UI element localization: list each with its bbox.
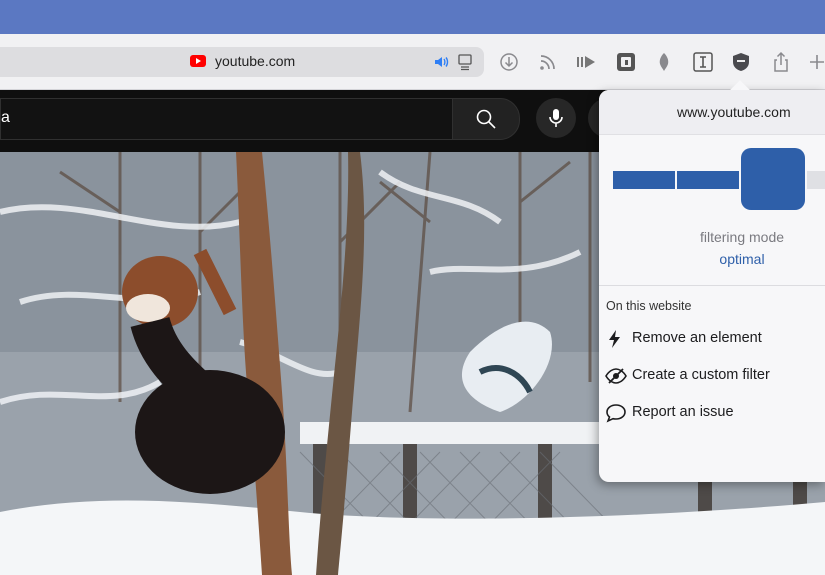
browser-toolbar: youtube.com [0,34,825,90]
speech-bubble-icon [606,404,626,423]
popup-divider [599,285,825,286]
section-label: On this website [606,299,692,313]
search-input-value: a [1,109,10,126]
lightning-icon [609,330,620,348]
create-custom-filter-label: Create a custom filter [632,367,770,383]
create-custom-filter-item[interactable]: Create a custom filter [605,360,825,390]
slider-knob[interactable] [741,148,805,210]
eye-slash-icon [605,368,627,384]
popup-header: www.youtube.com [599,90,825,135]
download-icon[interactable] [498,51,520,73]
forward-icon[interactable] [575,51,597,73]
popup-domain: www.youtube.com [677,104,791,120]
remove-element-item[interactable]: Remove an element [605,323,825,353]
rss-icon[interactable] [537,51,559,73]
adblock-popup: www.youtube.com filtering mode optimal O… [599,80,825,482]
filtering-mode-value: optimal [719,251,765,267]
slider-segment-2[interactable] [677,171,739,189]
report-issue-label: Report an issue [632,404,734,420]
reader-view-icon[interactable] [457,53,473,71]
youtube-favicon-icon [190,55,206,67]
slider-segment-4[interactable] [807,171,825,189]
bird-icon[interactable] [653,51,675,73]
address-text: youtube.com [215,53,296,69]
share-icon[interactable] [770,51,792,73]
voice-search-button[interactable] [536,98,576,138]
slider-segment-1[interactable] [613,171,675,189]
report-issue-item[interactable]: Report an issue [605,397,825,427]
search-icon [476,109,496,129]
remove-element-label: Remove an element [632,330,762,346]
window-titlebar [0,0,825,34]
shield-icon[interactable] [730,51,752,73]
microphone-icon [549,109,563,127]
app-icon[interactable] [615,51,637,73]
filtering-mode-label: filtering mode [699,229,785,245]
reader-text-icon[interactable] [692,51,714,73]
youtube-search-button[interactable] [452,98,520,140]
address-bar[interactable]: youtube.com [0,47,484,77]
audio-playing-icon[interactable] [433,53,451,71]
filtering-mode-slider[interactable] [613,148,825,212]
youtube-search-input[interactable]: a [0,98,453,140]
new-tab-icon[interactable] [806,51,825,73]
